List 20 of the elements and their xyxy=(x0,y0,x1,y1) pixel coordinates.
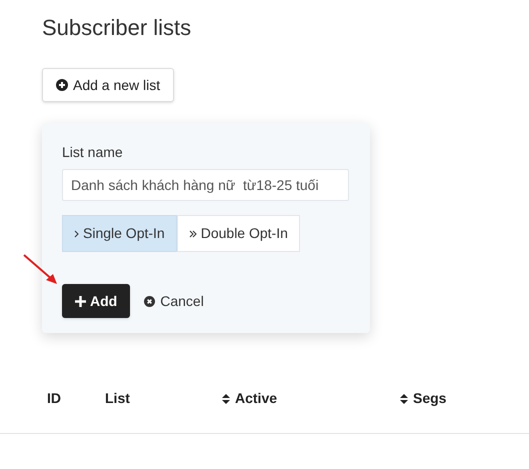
cancel-button[interactable]: Cancel xyxy=(144,290,204,312)
add-button[interactable]: Add xyxy=(62,284,130,318)
plus-circle-icon xyxy=(56,79,68,91)
sort-icon xyxy=(222,394,230,404)
add-list-button[interactable]: Add a new list xyxy=(42,68,174,102)
page-title: Subscriber lists xyxy=(42,14,192,42)
pointer-arrow xyxy=(22,253,58,285)
column-header[interactable]: List xyxy=(105,388,130,409)
column-header[interactable]: Active xyxy=(235,388,278,409)
opt-in-toggle[interactable]: Single Opt-In xyxy=(62,215,177,252)
chevron-icon xyxy=(74,230,79,238)
column-header[interactable]: ID xyxy=(47,388,61,409)
sort-icon xyxy=(400,394,408,404)
list-name-field[interactable]: Danh sách khách hàng nữ từ18-25 tuối xyxy=(62,169,349,201)
plus-icon xyxy=(75,296,86,306)
close-circle-icon xyxy=(144,296,156,306)
field-label: List name xyxy=(62,143,123,162)
column-header[interactable]: Segs xyxy=(413,388,446,409)
opt-in-toggle[interactable]: Double Opt-In xyxy=(176,215,300,252)
double-chevron-icon xyxy=(188,230,197,238)
